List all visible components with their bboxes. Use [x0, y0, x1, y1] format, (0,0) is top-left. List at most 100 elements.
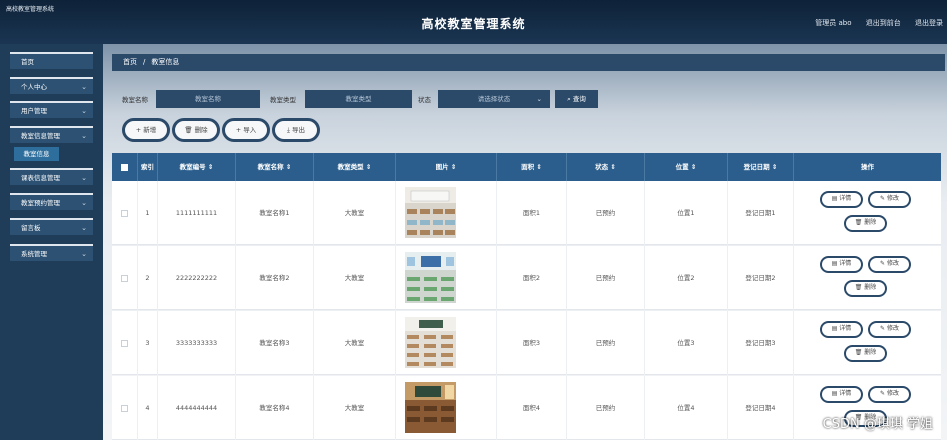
status-filter-select[interactable]: 请选择状态 ⌄ [438, 90, 550, 108]
type-filter-input[interactable]: 教室类型 [305, 90, 412, 108]
trash-icon: 🗑 [854, 219, 863, 226]
row-select-cell [112, 246, 138, 310]
cell-area: 面积1 [497, 181, 567, 245]
cell-image [396, 181, 497, 245]
edit-button[interactable]: ✎ 修改 [868, 386, 911, 403]
cell-status: 已预约 [567, 181, 645, 245]
back-to-frontend-link[interactable]: 退出到前台 [866, 19, 901, 27]
sidebar-subitem-classroom-info[interactable]: 教室信息 [14, 147, 59, 161]
cell-image [396, 376, 497, 440]
sidebar-item-label: 留言板 [21, 224, 41, 232]
status-filter-label: 状态 [418, 96, 431, 104]
cell-type: 大教室 [314, 376, 396, 440]
classroom-photo[interactable] [405, 317, 456, 368]
sidebar-item-reservation[interactable]: 教室预约管理 ⌄ [10, 193, 93, 210]
detail-button[interactable]: ▤ 详情 [820, 191, 863, 208]
breadcrumb-current: 教室信息 [151, 58, 180, 66]
edit-button-label: 修改 [886, 260, 899, 267]
document-icon: ▤ [831, 325, 838, 332]
sidebar-item-label: 用户管理 [21, 107, 47, 115]
sidebar-item-users[interactable]: 用户管理 ⌄ [10, 101, 93, 118]
row-delete-button-label: 删除 [864, 284, 877, 291]
import-button[interactable]: + 导入 [222, 118, 270, 142]
detail-button[interactable]: ▤ 详情 [820, 386, 863, 403]
row-delete-button-label: 删除 [864, 219, 877, 226]
add-button[interactable]: + 新增 [122, 118, 170, 142]
col-number[interactable]: 教室编号 ⇕ [158, 153, 236, 181]
cell-status: 已预约 [567, 311, 645, 375]
cell-area: 面积4 [497, 376, 567, 440]
cell-number: 3333333333 [158, 311, 236, 375]
col-name[interactable]: 教室名称 ⇕ [236, 153, 314, 181]
classroom-photo[interactable] [405, 252, 456, 303]
col-area[interactable]: 面积 ⇕ [497, 153, 567, 181]
delete-button[interactable]: 🗑 删除 [172, 118, 220, 142]
chevron-down-icon: ⌄ [536, 95, 542, 103]
breadcrumb-home[interactable]: 首页 [123, 58, 137, 66]
query-button-label: 查询 [572, 95, 586, 103]
row-checkbox[interactable] [121, 274, 128, 282]
chevron-down-icon: ⌄ [81, 199, 87, 207]
query-button[interactable]: ⌕ 查询 [555, 90, 598, 108]
sidebar-item-home[interactable]: 首页 [10, 52, 93, 69]
sidebar-item-label: 教室预约管理 [21, 199, 60, 207]
row-checkbox[interactable] [121, 339, 128, 347]
col-image[interactable]: 图片 ⇕ [396, 153, 497, 181]
row-select-cell [112, 181, 138, 245]
cell-type: 大教室 [314, 181, 396, 245]
cell-location: 位置2 [645, 246, 728, 310]
detail-button[interactable]: ▤ 详情 [820, 256, 863, 273]
sidebar-item-profile[interactable]: 个人中心 ⌄ [10, 77, 93, 94]
document-icon: ▤ [831, 260, 838, 267]
cell-number: 1111111111 [158, 181, 236, 245]
row-checkbox[interactable] [121, 404, 128, 412]
edit-button[interactable]: ✎ 修改 [868, 191, 911, 208]
sidebar-item-system[interactable]: 系统管理 ⌄ [10, 244, 93, 261]
status-filter-value: 请选择状态 [477, 95, 511, 103]
name-filter-input[interactable]: 教室名称 [156, 90, 260, 108]
chevron-down-icon: ⌄ [81, 224, 87, 232]
cell-name: 教室名称2 [236, 246, 314, 310]
row-delete-button[interactable]: 🗑 删除 [844, 345, 887, 362]
trash-icon: 🗑 [854, 284, 863, 291]
cell-name: 教室名称3 [236, 311, 314, 375]
sidebar-item-label: 首页 [21, 58, 34, 66]
table-row: 2 2222222222 教室名称2 大教室 面积2 已预约 位置2 登记日期2… [112, 246, 941, 310]
table-row: 1 1111111111 教室名称1 大教室 面积1 已预约 位置1 登记日期1… [112, 181, 941, 245]
logout-link[interactable]: 退出登录 [915, 19, 943, 27]
main-content: 首页 / 教室信息 教室名称 教室名称 教室类型 教室类型 状态 请选择状态 ⌄ ⌕… [103, 44, 947, 440]
classroom-photo[interactable] [405, 187, 456, 238]
sidebar-item-schedule[interactable]: 课表信息管理 ⌄ [10, 168, 93, 185]
table-header: 索引 教室编号 ⇕ 教室名称 ⇕ 教室类型 ⇕ 图片 ⇕ 面积 ⇕ 状态 ⇕ 位… [112, 153, 941, 181]
cell-index: 3 [138, 311, 158, 375]
cell-location: 位置4 [645, 376, 728, 440]
detail-button[interactable]: ▤ 详情 [820, 321, 863, 338]
trash-icon: 🗑 [854, 349, 863, 356]
sidebar-item-classroom-info[interactable]: 教室信息管理 ⌄ [10, 126, 93, 143]
edit-button[interactable]: ✎ 修改 [868, 256, 911, 273]
select-all-checkbox[interactable] [121, 163, 128, 171]
chevron-down-icon: ⌄ [81, 174, 87, 182]
col-location[interactable]: 位置 ⇕ [645, 153, 728, 181]
row-checkbox[interactable] [121, 209, 128, 217]
classroom-photo[interactable] [405, 382, 456, 433]
cell-area: 面积3 [497, 311, 567, 375]
trash-icon: 🗑 [184, 126, 193, 134]
col-type[interactable]: 教室类型 ⇕ [314, 153, 396, 181]
col-date[interactable]: 登记日期 ⇕ [728, 153, 794, 181]
name-filter-label: 教室名称 [122, 96, 148, 104]
row-delete-button[interactable]: 🗑 删除 [844, 280, 887, 297]
cell-area: 面积2 [497, 246, 567, 310]
col-index: 索引 [138, 153, 158, 181]
export-button-label: 导出 [291, 126, 305, 134]
row-delete-button[interactable]: 🗑 删除 [844, 215, 887, 232]
edit-button[interactable]: ✎ 修改 [868, 321, 911, 338]
cell-date: 登记日期1 [728, 181, 794, 245]
breadcrumb: 首页 / 教室信息 [112, 54, 945, 71]
export-button[interactable]: ⤓ 导出 [272, 118, 320, 142]
sidebar-item-message-board[interactable]: 留言板 ⌄ [10, 218, 93, 235]
col-status[interactable]: 状态 ⇕ [567, 153, 645, 181]
edit-icon: ✎ [880, 195, 886, 202]
watermark: CSDN @琪琪 学姐 [822, 417, 933, 432]
cell-index: 2 [138, 246, 158, 310]
